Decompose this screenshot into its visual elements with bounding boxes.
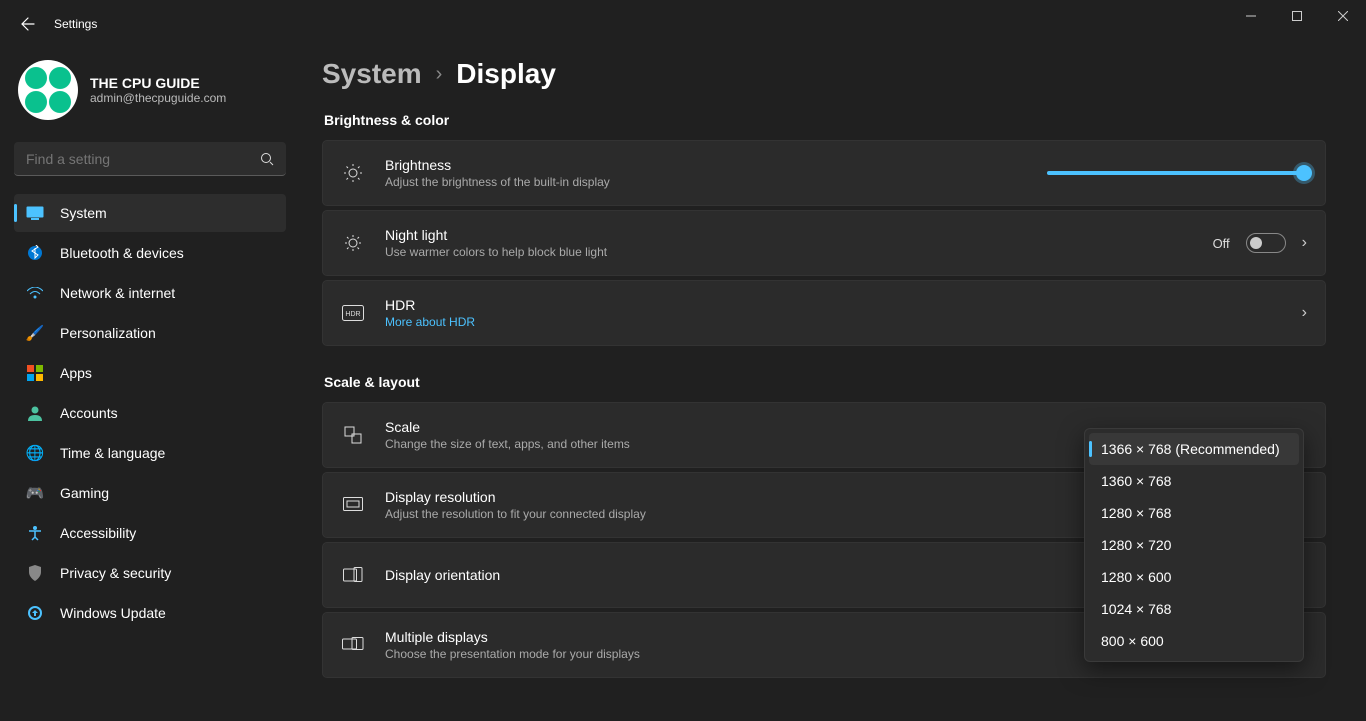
card-sub: Adjust the brightness of the built-in di… [385,175,1027,189]
window-title: Settings [54,17,97,31]
dropdown-option[interactable]: 1280 × 768 [1089,497,1299,529]
dropdown-option[interactable]: 1360 × 768 [1089,465,1299,497]
update-icon [26,604,44,622]
chevron-right-icon: › [436,63,443,86]
breadcrumb: System › Display [322,58,1326,90]
nav-accessibility[interactable]: Accessibility [14,514,286,552]
nav-time[interactable]: 🌐 Time & language [14,434,286,472]
toggle-knob [1250,237,1262,249]
section-brightness-color: Brightness & color [324,112,1326,128]
section-scale-layout: Scale & layout [324,374,1326,390]
nav-accounts[interactable]: Accounts [14,394,286,432]
bluetooth-icon [26,244,44,262]
card-title: Brightness [385,157,1027,173]
nav-label: System [60,205,107,221]
card-night-light[interactable]: Night light Use warmer colors to help bl… [322,210,1326,276]
globe-icon: 🌐 [26,444,44,462]
nav-label: Apps [60,365,92,381]
nav: System Bluetooth & devices Network & int… [14,194,286,632]
night-light-toggle[interactable] [1246,233,1286,253]
titlebar: Settings [0,0,1366,48]
sidebar: THE CPU GUIDE admin@thecpuguide.com Syst… [0,48,300,721]
card-sub: Use warmer colors to help block blue lig… [385,245,1193,259]
svg-text:HDR: HDR [345,311,360,318]
search-box[interactable] [14,142,286,176]
window-controls [1228,0,1366,32]
card-brightness[interactable]: Brightness Adjust the brightness of the … [322,140,1326,206]
arrow-left-icon [20,16,36,32]
moon-icon [341,233,365,253]
nav-gaming[interactable]: 🎮 Gaming [14,474,286,512]
nav-privacy[interactable]: Privacy & security [14,554,286,592]
brightness-slider[interactable] [1047,171,1307,175]
sun-icon [341,163,365,183]
nav-bluetooth[interactable]: Bluetooth & devices [14,234,286,272]
resolution-dropdown[interactable]: 1366 × 768 (Recommended) 1360 × 768 1280… [1084,428,1304,662]
card-title: HDR [385,297,1282,313]
chevron-right-icon[interactable]: › [1302,304,1307,322]
system-icon [26,204,44,222]
shield-icon [26,564,44,582]
nav-label: Privacy & security [60,565,171,581]
minimize-button[interactable] [1228,0,1274,32]
dropdown-option[interactable]: 1280 × 720 [1089,529,1299,561]
nav-label: Time & language [60,445,165,461]
dropdown-option[interactable]: 1024 × 768 [1089,593,1299,625]
resolution-icon [341,497,365,513]
apps-icon [26,364,44,382]
nav-label: Network & internet [60,285,175,301]
wifi-icon [26,284,44,302]
nav-label: Bluetooth & devices [60,245,184,261]
nav-personalization[interactable]: 🖌️ Personalization [14,314,286,352]
maximize-button[interactable] [1274,0,1320,32]
nav-update[interactable]: Windows Update [14,594,286,632]
gamepad-icon: 🎮 [26,484,44,502]
dropdown-option[interactable]: 1280 × 600 [1089,561,1299,593]
avatar [18,60,78,120]
search-icon [260,152,274,166]
nav-label: Gaming [60,485,109,501]
multiple-displays-icon [341,637,365,653]
nav-label: Accounts [60,405,118,421]
chevron-right-icon[interactable]: › [1302,234,1307,252]
profile-email: admin@thecpuguide.com [90,91,226,105]
accessibility-icon [26,524,44,542]
person-icon [26,404,44,422]
profile-name: THE CPU GUIDE [90,75,226,91]
toggle-state: Off [1213,236,1230,251]
nav-label: Accessibility [60,525,136,541]
nav-label: Personalization [60,325,156,341]
profile[interactable]: THE CPU GUIDE admin@thecpuguide.com [14,48,286,142]
breadcrumb-current: Display [456,58,556,90]
slider-thumb[interactable] [1296,165,1312,181]
back-button[interactable] [8,4,48,44]
brush-icon: 🖌️ [26,324,44,342]
search-input[interactable] [26,151,260,167]
card-title: Night light [385,227,1193,243]
scale-icon [341,425,365,445]
dropdown-option[interactable]: 800 × 600 [1089,625,1299,657]
breadcrumb-parent[interactable]: System [322,58,422,90]
dropdown-option[interactable]: 1366 × 768 (Recommended) [1089,433,1299,465]
nav-network[interactable]: Network & internet [14,274,286,312]
nav-system[interactable]: System [14,194,286,232]
hdr-more-link[interactable]: More about HDR [385,315,1282,329]
orientation-icon [341,567,365,583]
hdr-icon: HDR [341,305,365,321]
nav-apps[interactable]: Apps [14,354,286,392]
close-button[interactable] [1320,0,1366,32]
card-hdr[interactable]: HDR HDR More about HDR › [322,280,1326,346]
nav-label: Windows Update [60,605,166,621]
